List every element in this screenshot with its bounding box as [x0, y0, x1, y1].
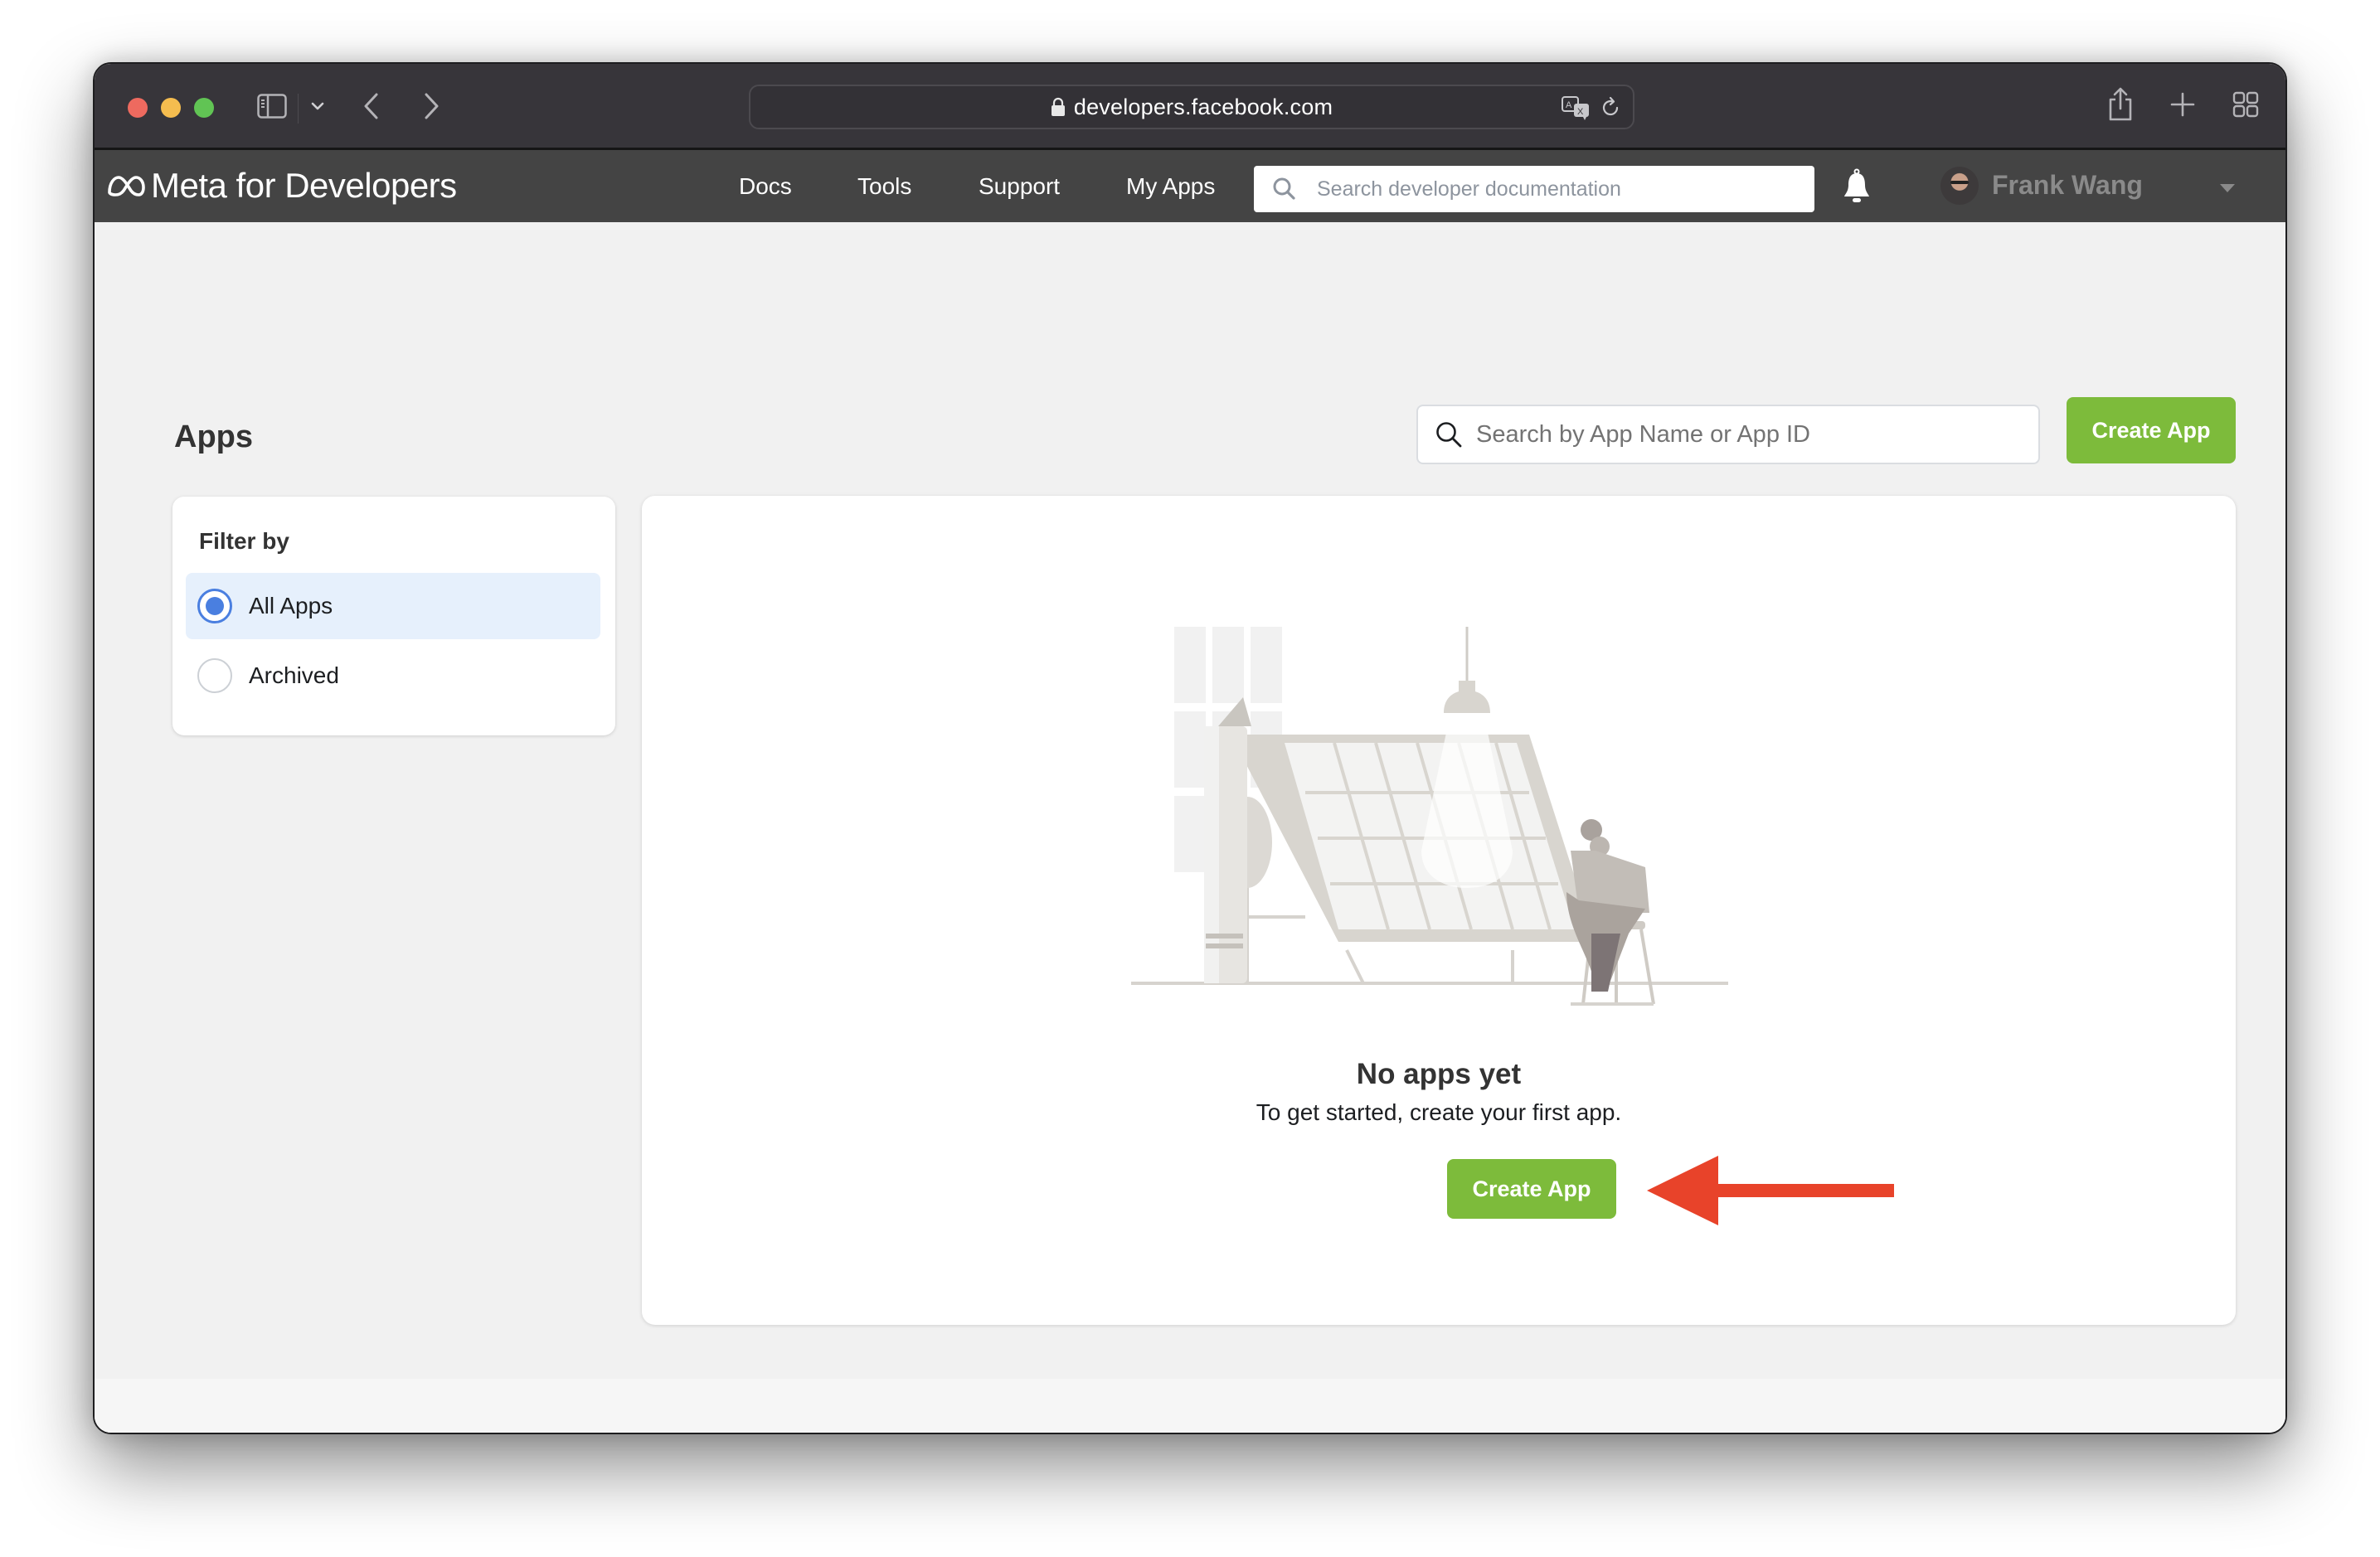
meta-logo-icon: [108, 176, 145, 196]
back-icon[interactable]: [362, 91, 381, 121]
radio-button-checked[interactable]: [197, 589, 232, 623]
address-bar[interactable]: developers.facebook.com A X: [749, 85, 1634, 129]
app-search-input[interactable]: [1474, 420, 2038, 449]
site-header: Meta for Developers Docs Tools Support M…: [95, 150, 2285, 222]
user-name[interactable]: Frank Wang: [1992, 170, 2143, 201]
filter-title: Filter by: [199, 528, 289, 554]
zoom-window-button[interactable]: [194, 98, 214, 118]
empty-state-subtitle: To get started, create your first app.: [1256, 1099, 1622, 1125]
create-app-button[interactable]: Create App: [2067, 397, 2236, 463]
notifications-bell-icon[interactable]: [1841, 168, 1872, 205]
radio-button-unchecked[interactable]: [197, 658, 232, 693]
search-icon: [1436, 422, 1462, 448]
empty-state-title: No apps yet: [1356, 1058, 1522, 1090]
doc-search-input[interactable]: [1315, 176, 1814, 202]
forward-icon[interactable]: [421, 91, 441, 121]
nav-link-support[interactable]: Support: [979, 173, 1060, 200]
titlebar-divider: [298, 94, 299, 124]
page-content: Apps Create App Filter by All Apps Archi…: [95, 222, 2285, 1433]
nav-link-tools[interactable]: Tools: [857, 173, 911, 200]
user-avatar[interactable]: [1940, 167, 1979, 205]
meta-for-developers-logo[interactable]: Meta for Developers: [106, 165, 457, 206]
reload-icon[interactable]: [1601, 96, 1621, 119]
browser-titlebar: developers.facebook.com A X: [95, 64, 2285, 150]
create-app-empty-state-button[interactable]: Create App: [1447, 1159, 1616, 1219]
share-icon[interactable]: [2108, 87, 2133, 122]
filter-option-archived[interactable]: Archived: [186, 643, 600, 709]
filter-panel: Filter by All Apps Archived: [172, 497, 615, 735]
filter-option-all-apps[interactable]: All Apps: [186, 573, 600, 639]
browser-window: developers.facebook.com A X Meta for Dev…: [93, 62, 2287, 1434]
filter-option-label: All Apps: [249, 593, 333, 618]
chevron-down-icon[interactable]: [308, 97, 327, 115]
nav-link-my-apps[interactable]: My Apps: [1126, 173, 1215, 200]
tab-overview-icon[interactable]: [2232, 91, 2259, 118]
apps-list-panel: No apps yet To get started, create your …: [642, 496, 2236, 1325]
address-url: developers.facebook.com: [1073, 94, 1333, 119]
filter-option-label: Archived: [249, 662, 339, 688]
page-footer: [95, 1379, 2285, 1433]
app-search-box[interactable]: [1416, 405, 2040, 464]
nav-link-docs[interactable]: Docs: [739, 173, 792, 200]
new-tab-icon[interactable]: [2170, 92, 2195, 117]
svg-text:X: X: [1577, 107, 1584, 117]
page-title: Apps: [174, 420, 253, 454]
lock-icon: [1051, 97, 1065, 116]
brand-text: Meta for Developers: [151, 166, 457, 205]
sidebar-toggle-icon[interactable]: [257, 94, 287, 119]
minimize-window-button[interactable]: [161, 98, 181, 118]
close-window-button[interactable]: [128, 98, 148, 118]
translate-icon[interactable]: A X: [1562, 96, 1591, 121]
empty-state-illustration: [1131, 627, 1728, 1006]
svg-text:A: A: [1566, 100, 1572, 110]
annotation-arrow-icon: [1647, 1156, 1894, 1225]
account-menu-caret-icon[interactable]: [2219, 183, 2236, 193]
search-icon: [1273, 177, 1295, 200]
doc-search-box[interactable]: [1254, 166, 1814, 212]
